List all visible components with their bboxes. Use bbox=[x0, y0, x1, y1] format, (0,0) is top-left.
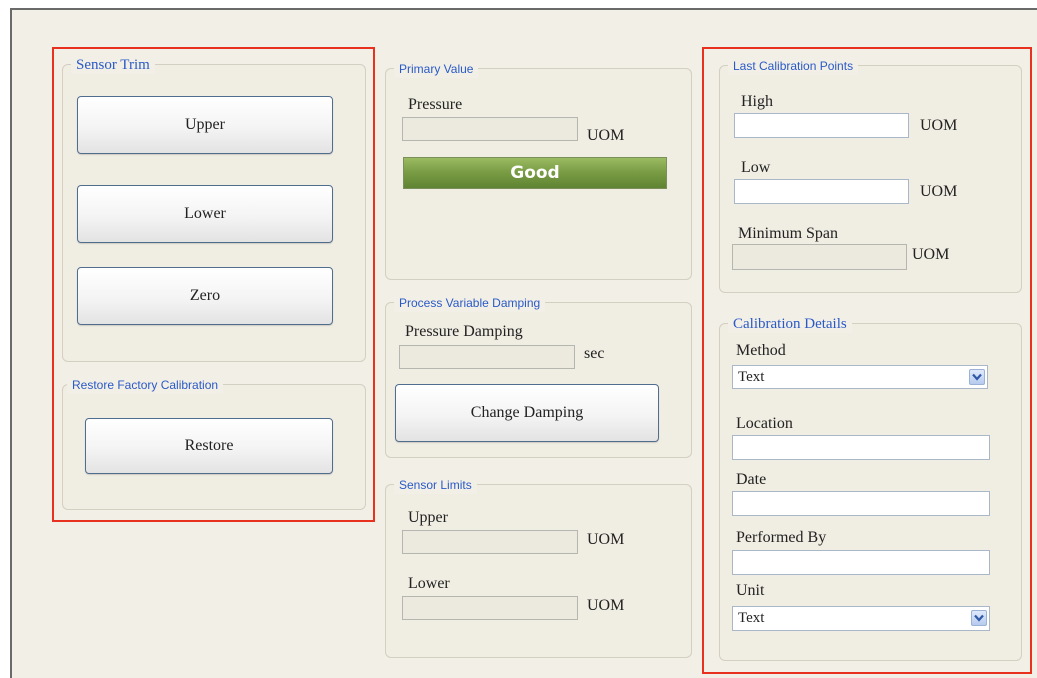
limit-upper-field bbox=[402, 530, 578, 554]
status-indicator: Good bbox=[403, 157, 667, 189]
location-field[interactable] bbox=[732, 435, 990, 460]
minimum-span-unit: UOM bbox=[912, 246, 950, 263]
restore-factory-title: Restore Factory Calibration bbox=[67, 376, 224, 394]
method-select[interactable]: Text bbox=[732, 365, 988, 389]
limit-lower-unit: UOM bbox=[587, 597, 625, 614]
low-unit: UOM bbox=[920, 183, 958, 200]
unit-select-value: Text bbox=[738, 610, 765, 626]
unit-dropdown-icon[interactable] bbox=[971, 610, 987, 626]
high-unit: UOM bbox=[920, 117, 958, 134]
trim-zero-button[interactable]: Zero bbox=[77, 267, 333, 325]
pressure-damping-field bbox=[399, 345, 575, 369]
primary-value-title: Primary Value bbox=[394, 60, 479, 78]
high-label: High bbox=[741, 93, 773, 110]
location-label: Location bbox=[736, 415, 793, 432]
unit-label: Unit bbox=[736, 582, 765, 599]
high-field[interactable] bbox=[734, 113, 909, 138]
performed-by-field[interactable] bbox=[732, 550, 990, 575]
last-calibration-title: Last Calibration Points bbox=[728, 57, 859, 75]
limit-upper-unit: UOM bbox=[587, 531, 625, 548]
date-field[interactable] bbox=[732, 491, 990, 516]
low-label: Low bbox=[741, 159, 771, 176]
unit-select[interactable]: Text bbox=[732, 606, 990, 631]
method-dropdown-icon[interactable] bbox=[969, 369, 985, 385]
calibration-details-title: Calibration Details bbox=[728, 315, 852, 333]
method-select-value: Text bbox=[738, 369, 765, 385]
pressure-damping-label: Pressure Damping bbox=[405, 323, 523, 340]
sensor-trim-title: Sensor Trim bbox=[71, 56, 155, 74]
pressure-label: Pressure bbox=[408, 96, 463, 113]
calibration-panel: Sensor Trim Upper Lower Zero Restore Fac… bbox=[10, 8, 1037, 678]
date-label: Date bbox=[736, 471, 767, 488]
minimum-span-field bbox=[732, 244, 907, 270]
damping-unit: sec bbox=[584, 345, 605, 362]
low-field[interactable] bbox=[734, 179, 909, 204]
limit-lower-field bbox=[402, 596, 578, 620]
method-label: Method bbox=[736, 342, 786, 359]
performed-by-label: Performed By bbox=[736, 529, 827, 546]
limit-lower-label: Lower bbox=[408, 575, 450, 592]
pressure-field bbox=[402, 117, 578, 141]
trim-lower-button[interactable]: Lower bbox=[77, 185, 333, 243]
trim-upper-button[interactable]: Upper bbox=[77, 96, 333, 154]
damping-title: Process Variable Damping bbox=[394, 294, 546, 312]
pressure-unit: UOM bbox=[587, 127, 625, 144]
restore-button[interactable]: Restore bbox=[85, 418, 333, 474]
change-damping-button[interactable]: Change Damping bbox=[395, 384, 659, 442]
limit-upper-label: Upper bbox=[408, 509, 448, 526]
minimum-span-label: Minimum Span bbox=[738, 225, 839, 242]
sensor-limits-title: Sensor Limits bbox=[394, 476, 477, 494]
